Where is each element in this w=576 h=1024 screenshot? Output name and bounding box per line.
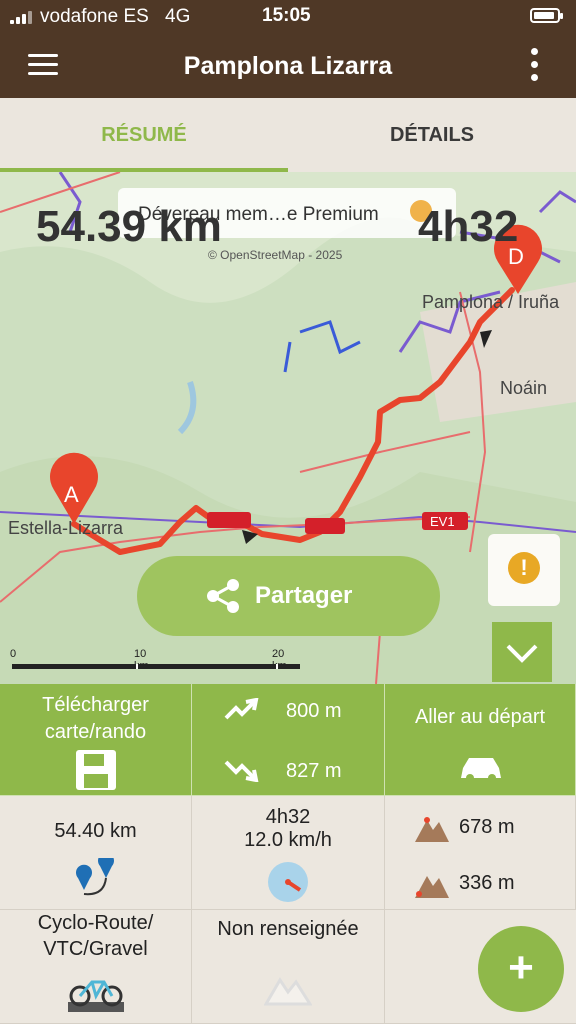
share-icon bbox=[207, 579, 239, 613]
difficulty-cell: Non renseignée bbox=[192, 910, 385, 1024]
share-button[interactable]: Partager bbox=[137, 556, 440, 636]
activity-cell: Cyclo-Route/ VTC/Gravel bbox=[0, 910, 192, 1024]
place-label-start: Estella-Lizarra bbox=[8, 518, 124, 538]
distance-cell: 54.40 km bbox=[0, 796, 192, 910]
tab-details[interactable]: DÉTAILS bbox=[288, 98, 576, 172]
road-label-ev1: EV1 bbox=[430, 514, 455, 529]
route-pins-icon bbox=[76, 858, 114, 896]
tab-bar: RÉSUMÉ DÉTAILS bbox=[0, 98, 576, 172]
place-label-end: Pamplona / Iruña bbox=[422, 292, 560, 312]
elevation-gain-cell: 800 m 827 m bbox=[192, 684, 385, 796]
speed-value: 12.0 km/h bbox=[244, 829, 332, 851]
max-altitude-value: 678 m bbox=[459, 816, 515, 838]
signal-icon bbox=[10, 10, 36, 24]
ascent-value: 800 m bbox=[286, 700, 342, 722]
go-to-start-button[interactable]: Aller au départ bbox=[385, 684, 576, 796]
network-type: 4G bbox=[165, 6, 191, 27]
min-altitude-value: 336 m bbox=[459, 872, 515, 894]
difficulty-value: Non renseignée bbox=[217, 918, 359, 940]
descent-icon bbox=[224, 760, 259, 782]
min-altitude-icon bbox=[415, 876, 449, 898]
share-button-label: Partager bbox=[255, 582, 353, 609]
tab-details-label: DÉTAILS bbox=[389, 124, 475, 146]
clock: 15:05 bbox=[262, 5, 311, 26]
route-distance: 54.39 km bbox=[36, 202, 222, 251]
start-marker-label: A bbox=[64, 482, 79, 507]
route-duration: 4h32 bbox=[418, 202, 519, 251]
download-label: Télécharger carte/rando bbox=[42, 694, 149, 743]
carrier-name: vodafone ES bbox=[40, 6, 149, 27]
altitude-cell: 678 m 336 m bbox=[385, 796, 576, 910]
save-icon bbox=[76, 750, 116, 790]
max-altitude-icon bbox=[415, 817, 449, 842]
duration-cell: 4h32 12.0 km/h bbox=[192, 796, 385, 910]
page-title: Pamplona Lizarra bbox=[183, 52, 393, 80]
tab-resume[interactable]: RÉSUMÉ bbox=[0, 98, 288, 172]
map-attribution: © OpenStreetMap - 2025 bbox=[208, 248, 343, 262]
place-label-noain: Noáin bbox=[500, 378, 547, 398]
tab-resume-label: RÉSUMÉ bbox=[101, 124, 187, 146]
warning-icon: ! bbox=[508, 552, 540, 584]
chevron-down-icon bbox=[506, 644, 538, 663]
mountain-icon bbox=[264, 977, 312, 1006]
activity-value: Cyclo-Route/ VTC/Gravel bbox=[37, 912, 154, 960]
warning-button[interactable]: ! bbox=[488, 534, 560, 606]
more-vertical-icon[interactable] bbox=[528, 46, 540, 84]
scale-label-zero: 0 bbox=[10, 648, 17, 660]
bicycle-icon bbox=[68, 980, 124, 1012]
download-button[interactable]: Télécharger carte/rando bbox=[0, 684, 192, 796]
status-bar: vodafone ES 4G 15:05 bbox=[0, 0, 576, 32]
expand-button[interactable] bbox=[492, 622, 552, 682]
add-button[interactable]: + bbox=[478, 926, 564, 1012]
route-map[interactable]: EV1 Estella-Lizarra Pamplona / Iruña Noá… bbox=[0, 172, 576, 684]
distance-value: 54.40 km bbox=[54, 820, 137, 842]
car-icon bbox=[461, 758, 501, 782]
app-bar: Pamplona Lizarra bbox=[0, 32, 576, 98]
duration-value: 4h32 bbox=[265, 806, 311, 828]
go-to-start-label: Aller au départ bbox=[414, 706, 546, 728]
battery-icon bbox=[530, 8, 563, 23]
descent-value: 827 m bbox=[286, 760, 342, 782]
stopwatch-icon bbox=[268, 862, 308, 902]
ascent-icon bbox=[224, 698, 259, 720]
